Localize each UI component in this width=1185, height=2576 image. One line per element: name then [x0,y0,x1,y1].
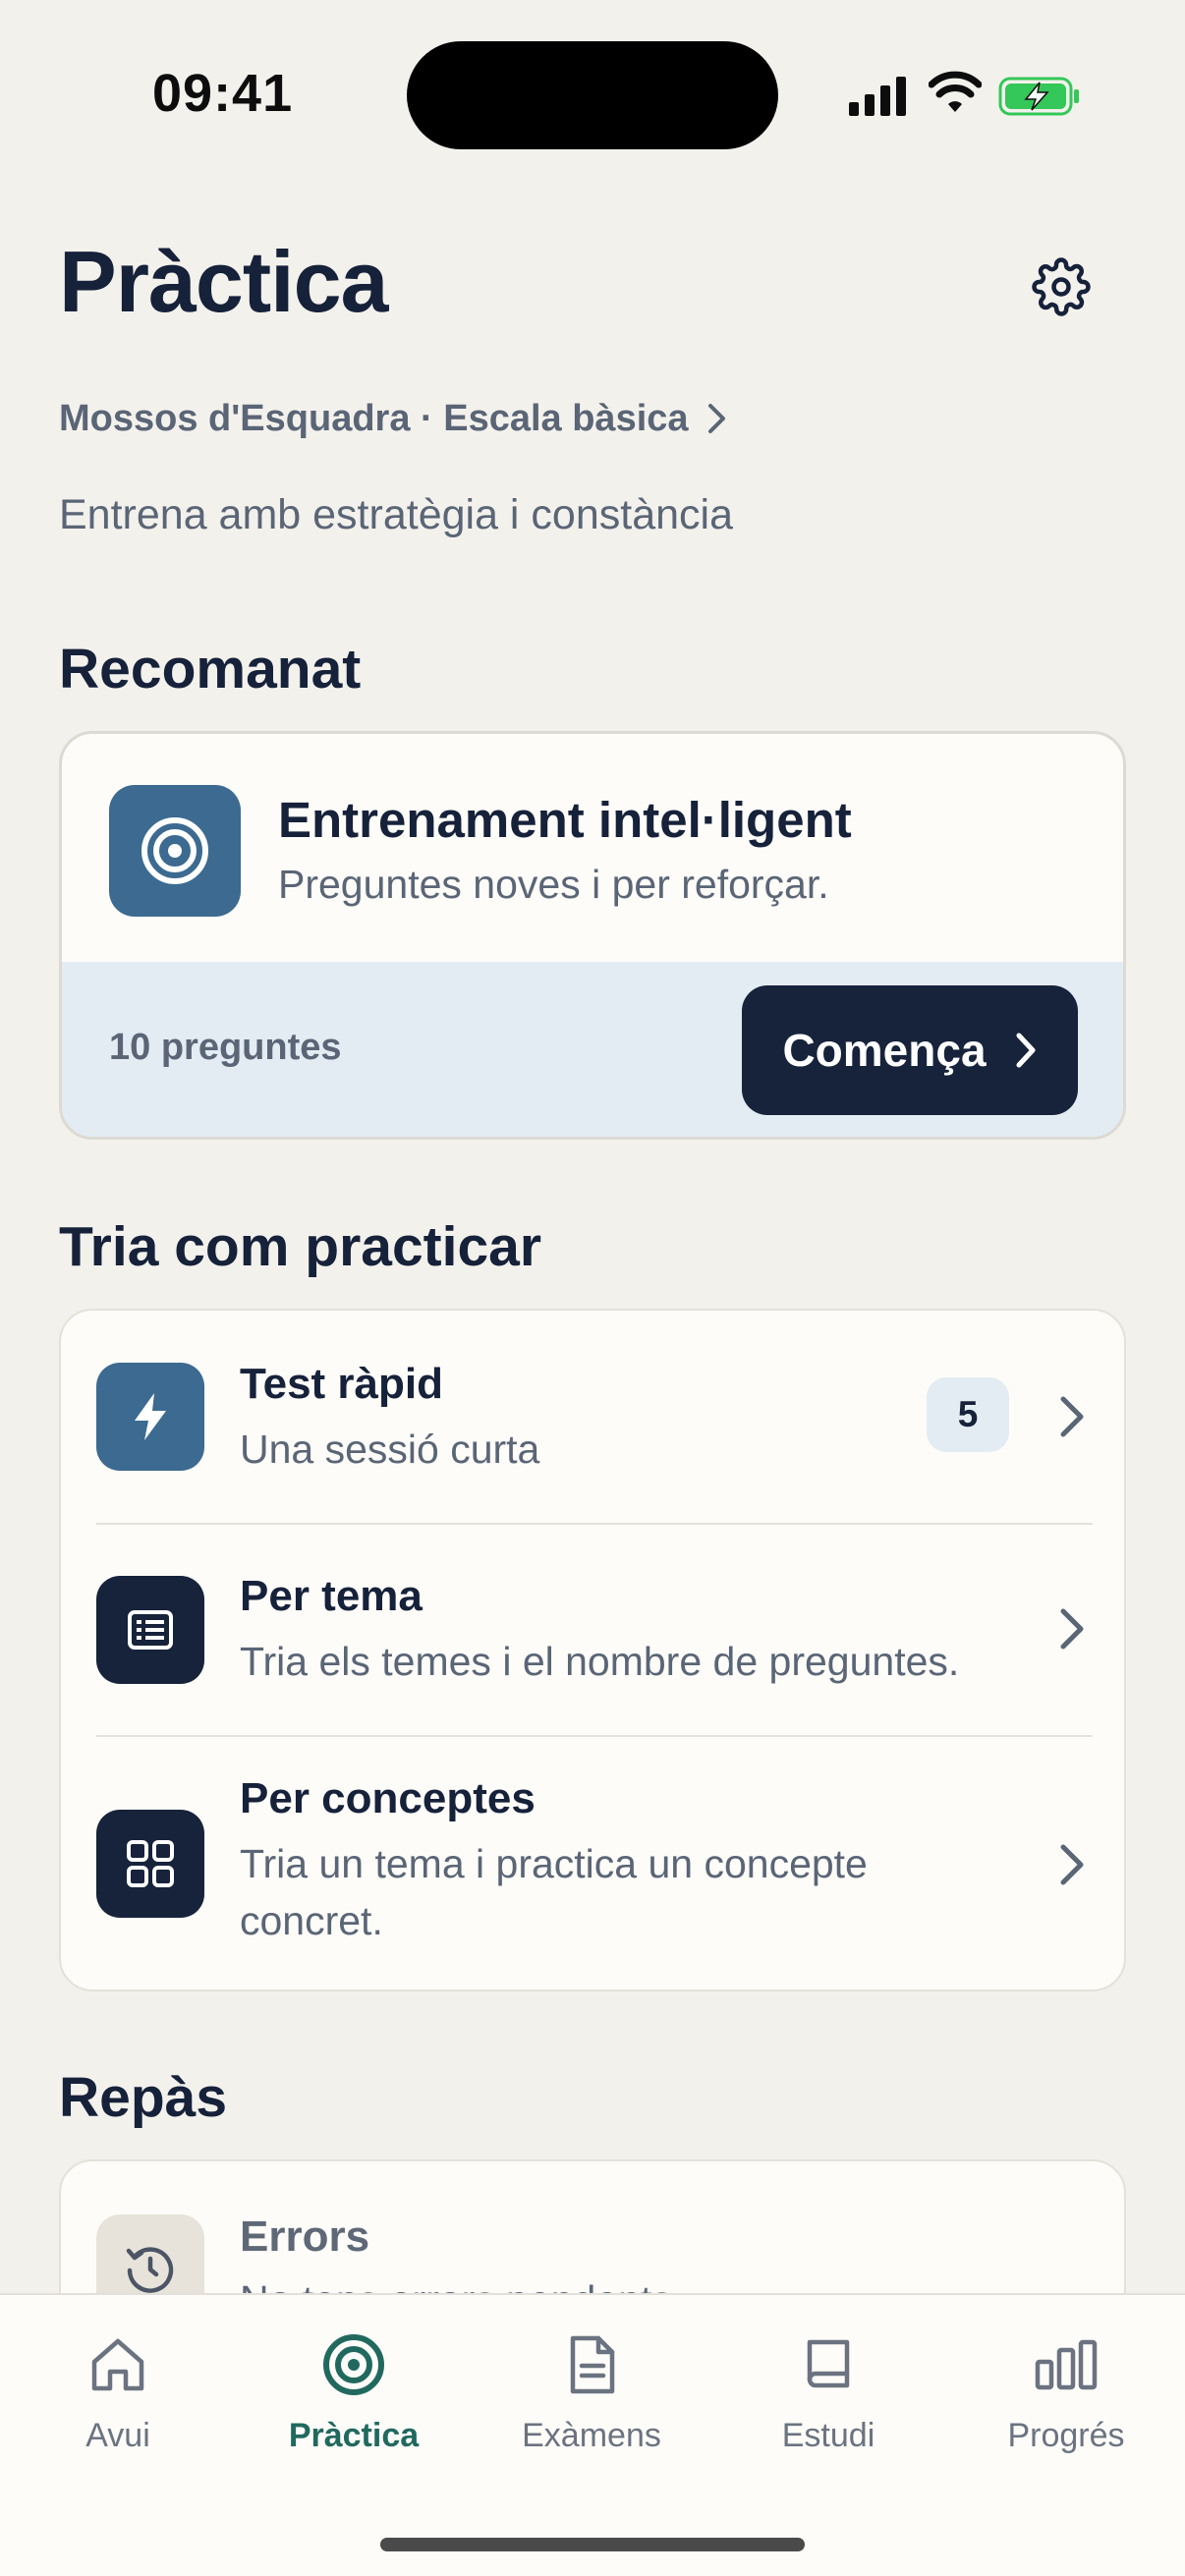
chevron-right-icon [707,404,725,433]
by-topic-description: Tria els temes i el nombre de preguntes. [240,1639,960,1684]
by-concepts-description: Tria un tema i practica un concepte conc… [240,1841,868,1943]
chevron-right-icon [1060,1396,1084,1437]
book-icon [807,2339,850,2388]
status-time: 09:41 [152,64,294,123]
target-icon [141,817,208,884]
tab-exams-label: Exàmens [522,2417,661,2454]
dynamic-island [407,41,778,149]
start-button-label: Comença [782,1025,987,1076]
question-count: 10 preguntes [109,1027,342,1068]
smart-training-card[interactable]: Entrenament intel·ligent Preguntes noves… [59,731,1126,1140]
history-icon [126,2247,174,2293]
tab-progress[interactable]: Progrés [968,2332,1164,2480]
chevron-right-icon [1016,1033,1036,1068]
recommended-section-title: Recomanat [59,638,362,700]
tab-practice[interactable]: Pràctica [255,2332,452,2480]
practice-options-section-title: Tria com practicar [59,1215,542,1278]
tab-exams[interactable]: Exàmens [493,2332,690,2480]
review-section-title: Repàs [59,2066,228,2129]
tab-today-label: Avui [85,2417,150,2454]
smart-training-icon-tile [109,785,241,917]
chevron-right-icon [1060,1844,1084,1885]
home-indicator[interactable] [380,2538,805,2551]
quick-test-title: Test ràpid [240,1360,444,1408]
quick-test-option[interactable]: Test ràpid Una sessió curta 5 [61,1311,1124,1523]
start-button[interactable]: Comença [742,985,1078,1115]
practice-screen: 09:41 Pràctica Mossos d'Esquadra · Escal… [0,0,1185,2576]
practice-options-card: Test ràpid Una sessió curta 5 Per tema T… [59,1309,1126,1991]
page-title: Pràctica [59,233,388,330]
wifi-icon [929,71,982,112]
by-topic-option[interactable]: Per tema Tria els temes i el nombre de p… [61,1525,1124,1735]
list-document-icon [128,1610,173,1650]
gear-icon [1032,257,1091,316]
document-icon [570,2335,615,2394]
cellular-signal-icon [849,77,906,116]
by-concepts-option[interactable]: Per conceptes Tria un tema i practica un… [61,1737,1124,1989]
bolt-icon [135,1393,166,1440]
breadcrumb-label: Mossos d'Esquadra · Escala bàsica [59,397,689,439]
quick-test-description: Una sessió curta [240,1427,540,1472]
by-concepts-title: Per conceptes [240,1774,536,1822]
by-topic-icon-tile [96,1576,204,1684]
grid-icon [127,1840,174,1887]
errors-title: Errors [240,2212,370,2261]
smart-training-title: Entrenament intel·ligent [278,792,852,848]
quick-test-count-badge: 5 [927,1377,1009,1452]
target-icon [323,2334,384,2395]
quick-test-icon-tile [96,1363,204,1471]
home-icon [91,2338,144,2391]
bar-chart-icon [1035,2339,1098,2390]
by-topic-title: Per tema [240,1572,423,1620]
tab-today[interactable]: Avui [20,2332,216,2480]
by-concepts-icon-tile [96,1810,204,1918]
smart-training-footer: 10 preguntes Comença [62,962,1123,1137]
chevron-right-icon [1060,1608,1084,1650]
battery-charging-icon [998,77,1079,116]
bottom-tab-bar: Avui Pràctica Exàmens Estudi Progrés [0,2293,1185,2576]
settings-button[interactable] [1024,250,1099,324]
tab-progress-label: Progrés [1007,2417,1125,2454]
page-subtitle: Entrena amb estratègia i constància [59,491,734,538]
tab-practice-label: Pràctica [288,2417,420,2454]
exam-selector-breadcrumb[interactable]: Mossos d'Esquadra · Escala bàsica [59,391,728,446]
tab-study[interactable]: Estudi [730,2332,927,2480]
smart-training-description: Preguntes noves i per reforçar. [278,862,829,907]
status-bar: 09:41 [0,0,1185,196]
tab-study-label: Estudi [781,2417,875,2454]
